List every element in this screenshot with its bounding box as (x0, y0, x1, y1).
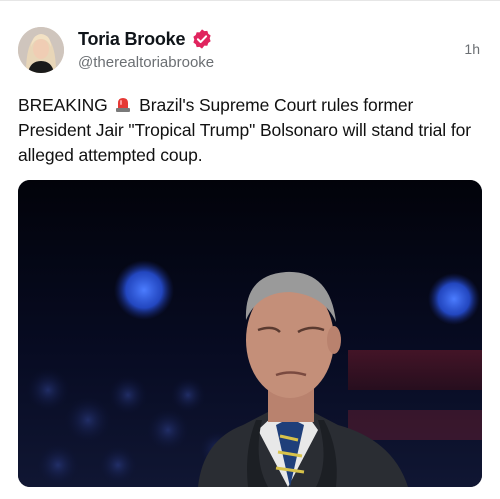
author-display-name[interactable]: Toria Brooke (78, 29, 185, 50)
post-timestamp[interactable]: 1h (464, 41, 480, 57)
police-car-light-icon (114, 95, 132, 113)
post-text: BREAKING Brazil's Supreme Court rules fo… (18, 93, 482, 168)
author-handle[interactable]: @therealtoriabrooke (78, 54, 214, 71)
avatar-image (18, 27, 64, 73)
media-image (18, 180, 482, 487)
post-media-photo[interactable] (18, 180, 482, 487)
post-card[interactable]: Toria Brooke @therealtoriabrooke 1h BREA… (0, 0, 500, 499)
verified-badge-icon (191, 28, 213, 50)
author-name-row: Toria Brooke (78, 27, 213, 51)
post-header: Toria Brooke @therealtoriabrooke 1h (18, 27, 482, 77)
avatar[interactable] (18, 27, 64, 73)
post-text-prefix: BREAKING (18, 95, 108, 115)
